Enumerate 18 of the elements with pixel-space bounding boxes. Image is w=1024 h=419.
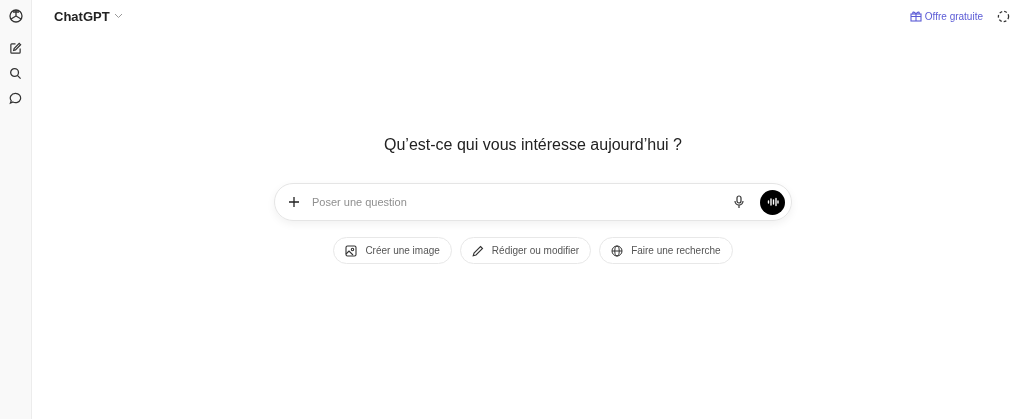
- voice-button[interactable]: [760, 189, 785, 215]
- pencil-icon: [471, 244, 484, 257]
- model-selector[interactable]: ChatGPT: [54, 8, 123, 24]
- plus-icon[interactable]: [288, 196, 300, 208]
- heading: Qu’est-ce qui vous intéresse aujourd’hui ?: [384, 136, 682, 154]
- caret-icon: [113, 13, 123, 19]
- waveform-icon: [766, 197, 779, 207]
- globe-icon: [611, 244, 624, 257]
- gift-icon: [909, 10, 922, 22]
- search-icon[interactable]: [9, 67, 22, 80]
- microphone-icon[interactable]: [734, 195, 744, 209]
- image-icon: [345, 244, 358, 257]
- edit-icon[interactable]: [9, 42, 22, 55]
- dashed-circle-icon[interactable]: [997, 9, 1010, 23]
- logo-icon[interactable]: [7, 8, 24, 24]
- question-field[interactable]: Poser une question: [310, 195, 724, 209]
- chat-bubble-icon[interactable]: [9, 92, 22, 105]
- free-offer-link[interactable]: Offre gratuite: [909, 10, 983, 22]
